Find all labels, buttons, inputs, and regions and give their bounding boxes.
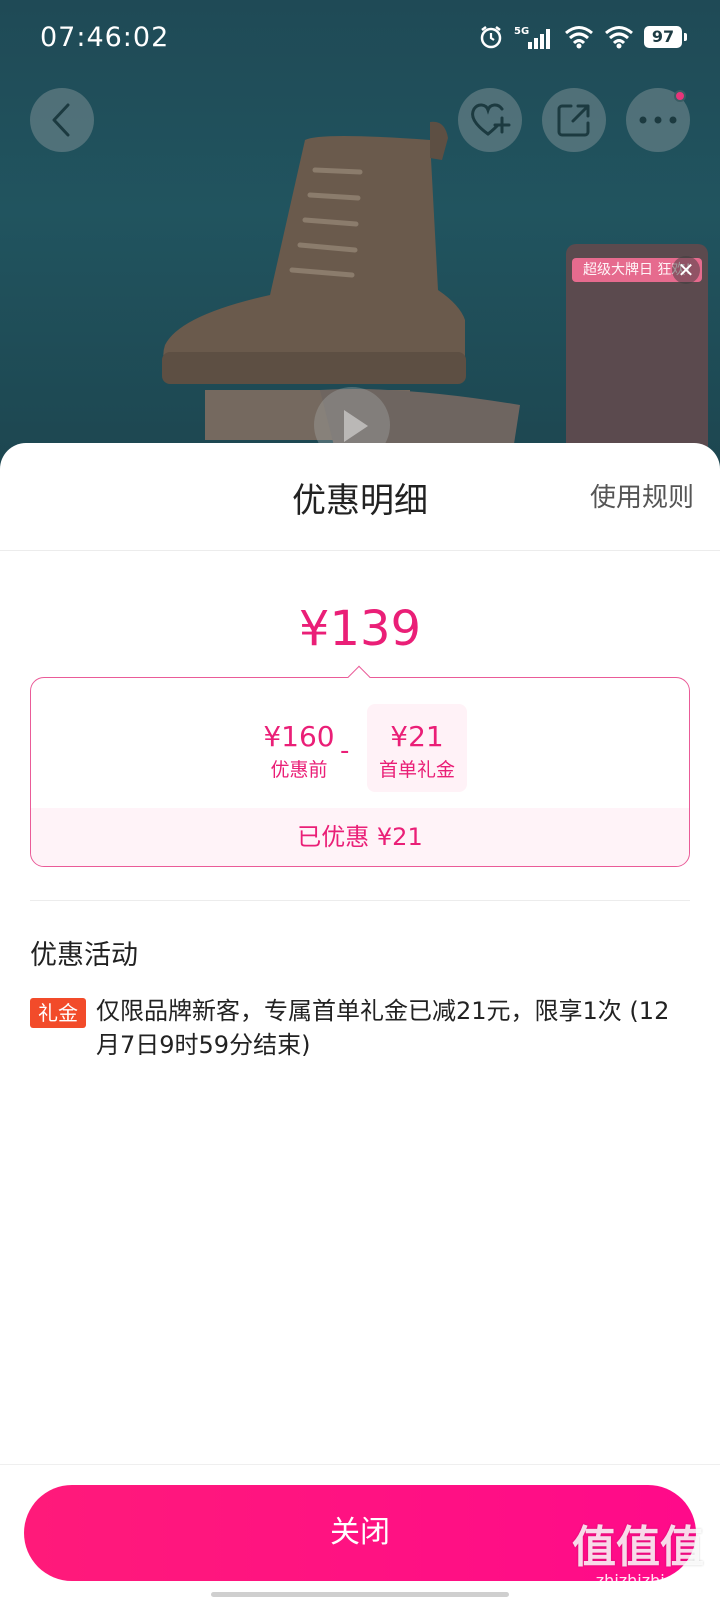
chevron-left-icon — [52, 103, 70, 137]
back-button[interactable] — [30, 88, 94, 152]
status-time: 07:46:02 — [40, 22, 170, 53]
divider — [0, 550, 720, 551]
gift-label: 首单礼金 — [378, 759, 455, 781]
total-saved-text: 已优惠 ¥21 — [31, 808, 689, 866]
original-price-label: 优惠前 — [270, 759, 328, 781]
minus-sign: - — [340, 736, 350, 766]
network-type-label: 5G — [514, 26, 529, 37]
original-price-block: ¥160 优惠前 — [249, 720, 349, 782]
home-indicator[interactable] — [211, 1592, 509, 1597]
mini-video-close-icon[interactable]: ✕ — [672, 256, 700, 284]
wifi-icon — [565, 26, 593, 49]
discount-details-sheet: 优惠明细 使用规则 ¥139 ¥160 优惠前 - ¥21 首单礼金 已优惠 ¥… — [0, 443, 720, 1600]
battery-icon: 97 — [644, 26, 687, 48]
share-icon — [557, 104, 590, 137]
price-breakdown-card: ¥160 优惠前 - ¥21 首单礼金 已优惠 ¥21 — [30, 665, 690, 867]
final-price: ¥139 — [298, 601, 422, 657]
usage-rules-link[interactable]: 使用规则 — [590, 477, 694, 514]
more-dots-icon — [639, 116, 677, 124]
divider — [30, 900, 690, 901]
share-button[interactable] — [542, 88, 606, 152]
divider — [0, 1464, 720, 1465]
watermark-url: zhizhizhi.com — [595, 1571, 704, 1590]
gift-amount: ¥21 — [390, 720, 444, 753]
status-bar: 07:46:02 5G 97 — [0, 0, 720, 78]
watermark-logo: 值值值 — [572, 1522, 704, 1573]
first-order-gift-block: ¥21 首单礼金 — [367, 704, 467, 792]
breakdown-notch — [347, 665, 371, 689]
alarm-icon — [480, 26, 502, 49]
gift-badge: 礼金 — [30, 998, 86, 1028]
signal-icon: 5G — [514, 26, 550, 49]
wifi-icon-2 — [605, 26, 633, 49]
product-gallery-dimmed: 07:46:02 5G 97 超级大牌日 狂欢! ✕ — [0, 0, 720, 470]
promotions-heading: 优惠活动 — [30, 940, 138, 971]
status-icons: 5G 97 — [478, 24, 687, 50]
notification-dot — [674, 90, 686, 102]
promotion-item: 礼金 仅限品牌新客，专属首单礼金已减21元，限享1次 (12月7日9时59分结束… — [30, 994, 690, 1062]
promotion-text: 仅限品牌新客，专属首单礼金已减21元，限享1次 (12月7日9时59分结束) — [96, 997, 670, 1059]
original-price-amount: ¥160 — [263, 720, 335, 753]
mini-video-player[interactable]: 超级大牌日 狂欢! ✕ — [566, 244, 708, 470]
more-button[interactable] — [626, 88, 690, 152]
product-image — [160, 120, 540, 470]
